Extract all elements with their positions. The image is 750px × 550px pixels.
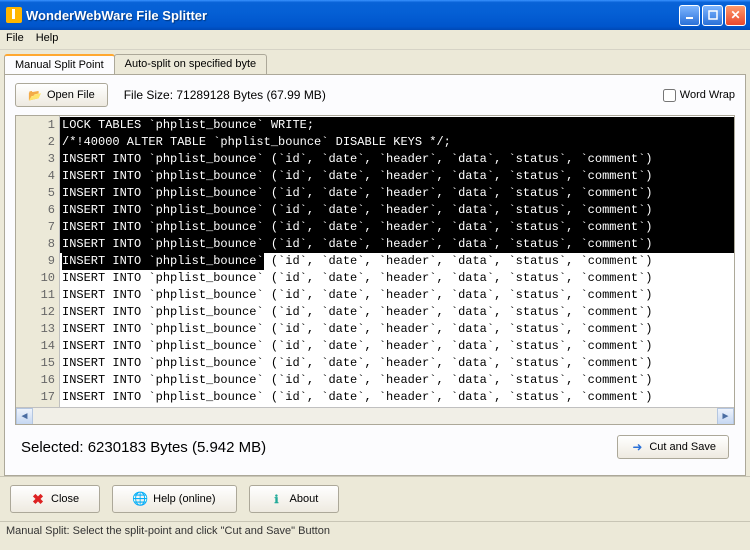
editor-line[interactable]: INSERT INTO `phplist_bounce` (`id`, `dat… [60, 389, 734, 406]
tab-panel: 📂 Open File File Size: 71289128 Bytes (6… [4, 74, 746, 476]
close-icon: ✖ [31, 492, 45, 506]
tab-auto-split[interactable]: Auto-split on specified byte [114, 54, 267, 74]
code-editor[interactable]: 1234567891011121314151617 LOCK TABLES `p… [15, 115, 735, 425]
button-label: Close [51, 493, 79, 505]
editor-line[interactable]: INSERT INTO `phplist_bounce` (`id`, `dat… [60, 219, 734, 236]
window-close-button[interactable]: ✕ [725, 5, 746, 26]
help-online-button[interactable]: 🌐 Help (online) [112, 485, 236, 513]
editor-line[interactable]: INSERT INTO `phplist_bounce` (`id`, `dat… [60, 151, 734, 168]
button-label: Cut and Save [649, 441, 716, 453]
selection-size-label: Selected: 6230183 Bytes (5.942 MB) [21, 439, 266, 456]
tab-label: Auto-split on specified byte [125, 58, 256, 70]
bottom-button-bar: ✖ Close 🌐 Help (online) ℹ About [0, 476, 750, 521]
close-button[interactable]: ✖ Close [10, 485, 100, 513]
horizontal-scrollbar[interactable]: ◄ ► [16, 407, 734, 424]
editor-line[interactable]: INSERT INTO `phplist_bounce` (`id`, `dat… [60, 202, 734, 219]
window-title: WonderWebWare File Splitter [26, 8, 679, 23]
scroll-left-button[interactable]: ◄ [16, 408, 33, 425]
editor-line[interactable]: INSERT INTO `phplist_bounce` (`id`, `dat… [60, 321, 734, 338]
editor-line[interactable]: LOCK TABLES `phplist_bounce` WRITE; [60, 117, 734, 134]
editor-line[interactable]: INSERT INTO `phplist_bounce` (`id`, `dat… [60, 253, 734, 270]
editor-line[interactable]: INSERT INTO `phplist_bounce` (`id`, `dat… [60, 372, 734, 389]
window-controls: ✕ [679, 5, 746, 26]
word-wrap-toggle[interactable]: Word Wrap [663, 89, 735, 102]
editor-line[interactable]: INSERT INTO `phplist_bounce` (`id`, `dat… [60, 304, 734, 321]
window-titlebar: WonderWebWare File Splitter ✕ [0, 0, 750, 30]
editor-line[interactable]: INSERT INTO `phplist_bounce` (`id`, `dat… [60, 338, 734, 355]
globe-icon: 🌐 [133, 492, 147, 506]
file-size-label: File Size: 71289128 Bytes (67.99 MB) [124, 88, 326, 102]
editor-line[interactable]: INSERT INTO `phplist_bounce` (`id`, `dat… [60, 270, 734, 287]
info-icon: ℹ [270, 492, 284, 506]
status-text: Manual Split: Select the split-point and… [6, 525, 330, 537]
editor-line[interactable]: /*!40000 ALTER TABLE `phplist_bounce` DI… [60, 134, 734, 151]
button-label: About [290, 493, 319, 505]
button-label: Help (online) [153, 493, 215, 505]
tab-label: Manual Split Point [15, 59, 104, 71]
tabstrip: Manual Split Point Auto-split on specifi… [0, 50, 750, 74]
open-file-button[interactable]: 📂 Open File [15, 83, 108, 107]
maximize-button[interactable] [702, 5, 723, 26]
editor-line[interactable]: INSERT INTO `phplist_bounce` (`id`, `dat… [60, 355, 734, 372]
scroll-right-button[interactable]: ► [717, 408, 734, 425]
checkbox-label: Word Wrap [680, 89, 735, 101]
word-wrap-checkbox[interactable] [663, 89, 676, 102]
status-bar: Manual Split: Select the split-point and… [0, 521, 750, 540]
folder-open-icon: 📂 [28, 88, 42, 102]
editor-line[interactable]: INSERT INTO `phplist_bounce` (`id`, `dat… [60, 236, 734, 253]
line-number-gutter: 1234567891011121314151617 [16, 116, 60, 407]
button-label: Open File [47, 89, 95, 101]
minimize-button[interactable] [679, 5, 700, 26]
scrollbar-track[interactable] [33, 408, 717, 424]
editor-line[interactable]: INSERT INTO `phplist_bounce` (`id`, `dat… [60, 287, 734, 304]
menubar: File Help [0, 30, 750, 50]
tab-manual-split[interactable]: Manual Split Point [4, 54, 115, 74]
menu-help[interactable]: Help [36, 32, 59, 47]
selection-info-row: Selected: 6230183 Bytes (5.942 MB) ➜ Cut… [15, 425, 735, 469]
arrow-right-icon: ➜ [630, 440, 644, 454]
about-button[interactable]: ℹ About [249, 485, 340, 513]
editor-line[interactable]: INSERT INTO `phplist_bounce` (`id`, `dat… [60, 168, 734, 185]
editor-content[interactable]: LOCK TABLES `phplist_bounce` WRITE;/*!40… [60, 116, 734, 407]
editor-line[interactable]: INSERT INTO `phplist_bounce` (`id`, `dat… [60, 185, 734, 202]
cut-and-save-button[interactable]: ➜ Cut and Save [617, 435, 729, 459]
toolbar: 📂 Open File File Size: 71289128 Bytes (6… [15, 83, 735, 107]
app-icon [6, 7, 22, 23]
menu-file[interactable]: File [6, 32, 24, 47]
